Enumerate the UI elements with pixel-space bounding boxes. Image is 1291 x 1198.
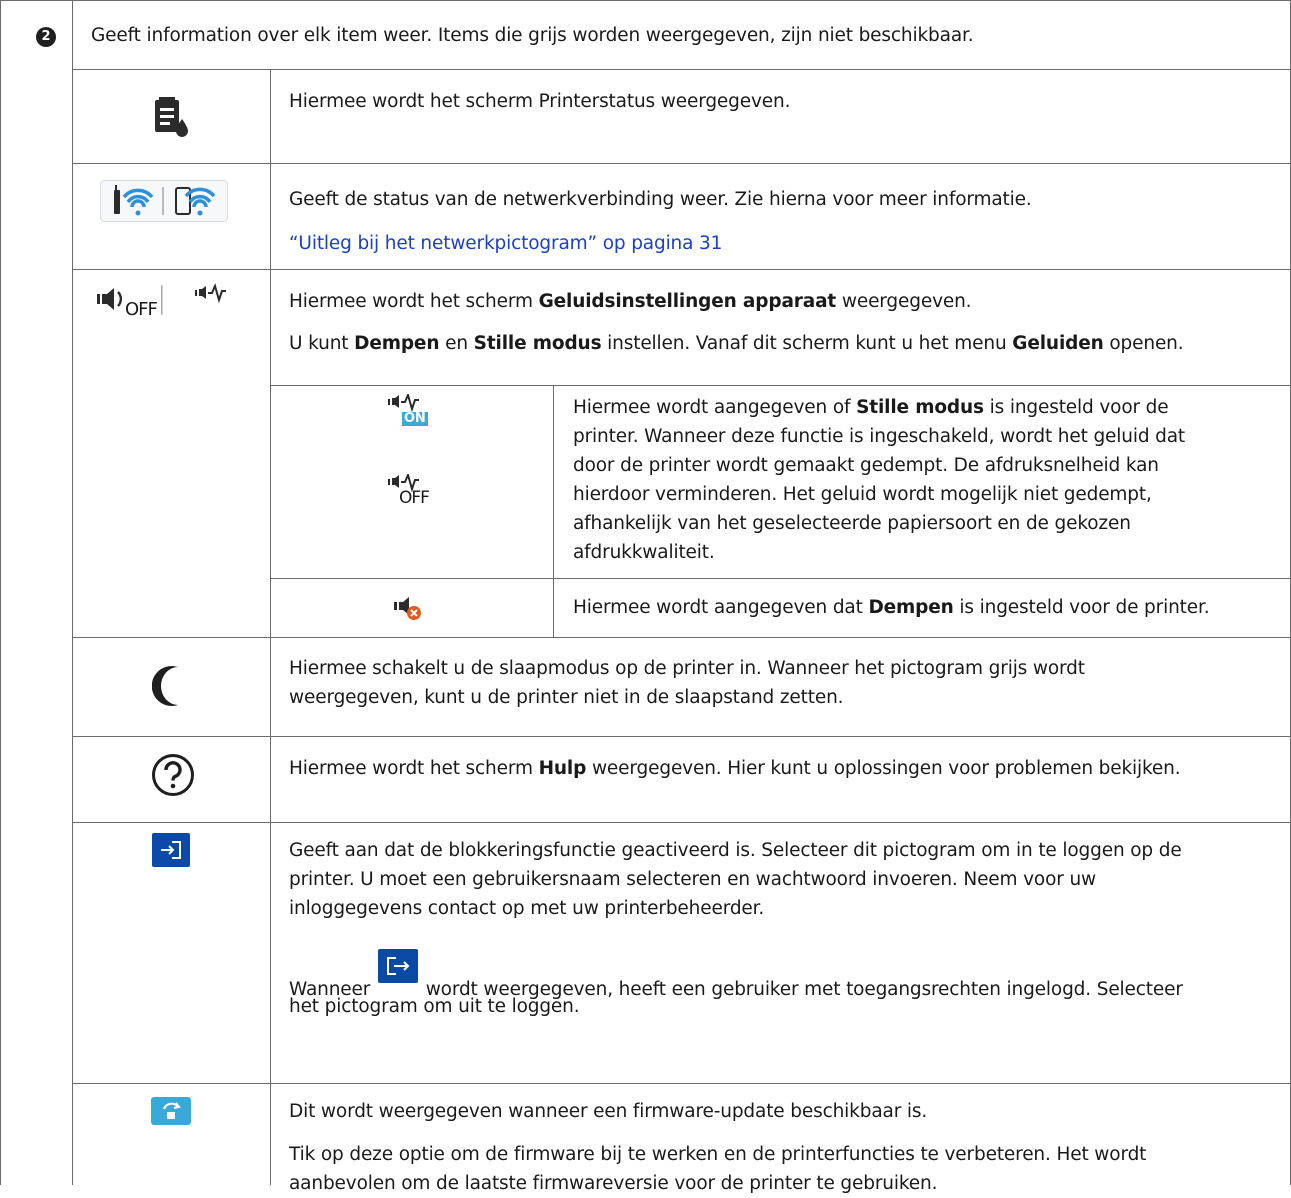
moon-icon bbox=[152, 666, 178, 706]
firmware-line-1: Dit wordt weergegeven wanneer een firmwa… bbox=[289, 1101, 928, 1122]
settings-table: 2 Geeft information over elk item weer. … bbox=[0, 0, 1291, 1194]
mute-icon bbox=[394, 597, 421, 620]
quiet-mode-line-1: Hiermee wordt aangegeven of Stille modus… bbox=[573, 397, 1169, 418]
help-text: Hiermee wordt het scherm Hulp weergegeve… bbox=[289, 758, 1181, 779]
quiet-mode-line-2: printer. Wanneer deze functie is ingesch… bbox=[573, 426, 1186, 447]
login-line-1: Geeft aan dat de blokkeringsfunctie geac… bbox=[289, 840, 1182, 861]
login-line-3: inloggegevens contact op met uw printerb… bbox=[289, 898, 765, 919]
network-text: Geeft de status van de netwerkverbinding… bbox=[289, 189, 1032, 210]
sound-line-2: U kunt Dempen en Stille modus instellen.… bbox=[289, 333, 1184, 354]
quiet-mode-line-6: afdrukkwaliteit. bbox=[573, 542, 715, 563]
quiet-mode-off-label: OFF bbox=[399, 488, 430, 508]
quiet-mode-line-5: afhankelijk van het geselecteerde papier… bbox=[573, 513, 1131, 534]
network-icon-link[interactable]: “Uitleg bij het netwerkpictogram” op pag… bbox=[289, 233, 722, 254]
quiet-mode-on-icon bbox=[388, 394, 419, 412]
logout-icon bbox=[377, 949, 418, 983]
mute-text: Hiermee wordt aangegeven dat Dempen is i… bbox=[573, 597, 1210, 618]
wifi-icon bbox=[100, 180, 228, 222]
printer-status-text: Hiermee wordt het scherm Printerstatus w… bbox=[289, 91, 791, 112]
login-line-2: printer. U moet een gebruikersnaam selec… bbox=[289, 869, 1097, 890]
quiet-mode-line-4: hierdoor verminderen. Het geluid wordt m… bbox=[573, 484, 1152, 505]
section-number-badge: 2 bbox=[36, 27, 56, 47]
firmware-line-2: Tik op deze optie om de firmware bij te … bbox=[289, 1144, 1147, 1165]
network-link-wrap: “Uitleg bij het netwerkpictogram” op pag… bbox=[289, 229, 722, 258]
sleep-line-1: Hiermee schakelt u de slaapmodus op de p… bbox=[289, 658, 1085, 679]
speaker-icon bbox=[97, 283, 226, 315]
speaker-off-label: OFF bbox=[125, 299, 158, 320]
quiet-mode-on-label: ON bbox=[402, 411, 428, 426]
firmware-update-icon bbox=[151, 1097, 191, 1125]
printer-status-icon bbox=[155, 97, 188, 137]
sleep-line-2: weergegeven, kunt u de printer niet in d… bbox=[289, 687, 844, 708]
login-line-5: het pictogram om uit te loggen. bbox=[289, 996, 580, 1017]
intro-text: Geeft information over elk item weer. It… bbox=[91, 25, 974, 46]
quiet-mode-line-3: door de printer wordt gemaakt gedempt. D… bbox=[573, 455, 1159, 476]
firmware-line-3: aanbevolen om de laatste firmwareversie … bbox=[289, 1173, 938, 1194]
login-icon bbox=[152, 833, 190, 867]
sound-line-1: Hiermee wordt het scherm Geluidsinstelli… bbox=[289, 291, 972, 312]
help-icon bbox=[152, 754, 194, 796]
